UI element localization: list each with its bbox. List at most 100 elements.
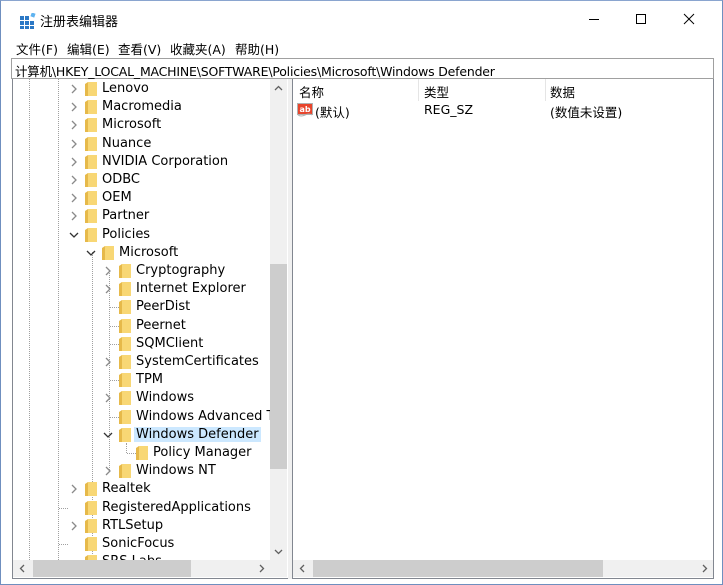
tree-item[interactable]: SRS Labs <box>13 553 270 560</box>
collapsed-chevron-icon[interactable] <box>103 356 113 368</box>
value-data: (数值未设置) <box>550 105 623 120</box>
tree-guide-line <box>110 307 119 309</box>
column-divider[interactable] <box>418 79 419 101</box>
tree-item[interactable]: ODBC <box>13 171 270 189</box>
tree-item[interactable]: SystemCertificates <box>13 353 270 371</box>
scroll-left-arrow[interactable] <box>13 560 30 577</box>
folder-icon <box>119 318 131 333</box>
tree-item-label: Lenovo <box>102 81 149 96</box>
column-header-type[interactable]: 类型 <box>424 82 449 101</box>
tree-item[interactable]: NVIDIA Corporation <box>13 153 270 171</box>
expanded-chevron-icon[interactable] <box>69 229 79 241</box>
folder-icon <box>85 537 97 551</box>
menu-favorites[interactable]: 收藏夹(A) <box>170 39 226 58</box>
tree-vertical-scrollbar[interactable] <box>270 79 287 560</box>
column-header-name[interactable]: 名称 <box>299 82 324 101</box>
collapsed-chevron-icon[interactable] <box>69 101 79 113</box>
tree-item-label: SonicFocus <box>102 536 175 551</box>
tree-item[interactable]: Windows <box>13 389 270 407</box>
collapsed-chevron-icon[interactable] <box>103 265 113 277</box>
collapsed-chevron-icon[interactable] <box>69 483 79 495</box>
expanded-chevron-icon[interactable] <box>103 429 113 441</box>
chevron-right-icon <box>259 564 264 573</box>
list-horizontal-scrollbar[interactable] <box>293 560 713 577</box>
collapsed-chevron-icon[interactable] <box>103 465 113 477</box>
key-tree: Lenovo Macromedia Microsoft Nuance NVIDIA Co… <box>13 79 270 560</box>
value-name: (默认) <box>315 105 350 120</box>
chevron-down-icon <box>274 549 283 554</box>
tree-item[interactable]: Internet Explorer <box>13 280 270 298</box>
tree-item[interactable]: Windows Defender <box>13 426 270 444</box>
column-divider[interactable] <box>545 79 546 101</box>
tree-horizontal-scroll-thumb[interactable] <box>33 560 191 577</box>
folder-icon <box>119 391 131 406</box>
collapsed-chevron-icon[interactable] <box>69 138 79 150</box>
collapsed-chevron-icon[interactable] <box>69 83 79 95</box>
close-button[interactable] <box>666 1 712 37</box>
collapsed-chevron-icon[interactable] <box>69 520 79 532</box>
tree-item-label: Macromedia <box>102 99 182 115</box>
tree-item[interactable]: Nuance <box>13 135 270 153</box>
tree-item[interactable]: Windows NT <box>13 462 270 480</box>
menu-help[interactable]: 帮助(H) <box>235 39 279 58</box>
tree-item[interactable]: PeerDist <box>13 298 270 316</box>
column-header-data[interactable]: 数据 <box>550 82 575 101</box>
tree-item[interactable]: Peernet <box>13 317 270 335</box>
tree-item[interactable]: Policy Manager <box>13 444 270 462</box>
tree-item[interactable]: Policies <box>13 226 270 244</box>
maximize-icon <box>636 14 646 24</box>
tree-item[interactable]: OEM <box>13 189 270 207</box>
expanded-chevron-icon[interactable] <box>86 247 96 259</box>
tree-item[interactable]: RegisteredApplications <box>13 499 270 517</box>
folder-icon <box>119 409 131 424</box>
collapsed-chevron-icon[interactable] <box>69 192 79 204</box>
tree-item[interactable]: Microsoft <box>13 244 270 262</box>
folder-icon <box>85 500 97 515</box>
tree-item-label: Cryptography <box>136 263 226 278</box>
menu-view[interactable]: 查看(V) <box>118 39 161 58</box>
tree-item[interactable]: SQMClient <box>13 335 270 353</box>
tree-item[interactable]: Cryptography <box>13 262 270 280</box>
title-bar[interactable]: 注册表编辑器 <box>1 1 722 37</box>
menu-file[interactable]: 文件(F) <box>16 39 58 58</box>
tree-item-label: Windows NT <box>136 463 216 479</box>
tree-item[interactable]: Windows Advanced Threat Protection <box>13 408 270 426</box>
scroll-left-arrow[interactable] <box>293 560 310 577</box>
value-row[interactable]: ab (默认) REG_SZ (数值未设置) <box>293 101 713 120</box>
registry-editor-window: 注册表编辑器 文件(F) 编辑(E) 查看(V) 收藏夹(A) 帮助(H) 计算… <box>0 0 723 585</box>
tree-item[interactable]: SonicFocus <box>13 535 270 553</box>
chevron-left-icon <box>19 564 24 573</box>
address-path[interactable]: 计算机\HKEY_LOCAL_MACHINE\SOFTWARE\Policies… <box>15 61 495 80</box>
tree-item[interactable]: Partner <box>13 207 270 225</box>
tree-vertical-scroll-thumb[interactable] <box>270 264 287 469</box>
collapsed-chevron-icon[interactable] <box>103 392 113 404</box>
tree-item-label: PeerDist <box>136 299 191 315</box>
scroll-right-arrow[interactable] <box>696 560 713 577</box>
tree-item[interactable]: Lenovo <box>13 80 270 98</box>
maximize-button[interactable] <box>618 1 664 37</box>
tree-item[interactable]: Realtek <box>13 480 270 498</box>
collapsed-chevron-icon[interactable] <box>69 156 79 168</box>
minimize-button[interactable] <box>571 1 617 37</box>
tree-item[interactable]: Microsoft <box>13 116 270 134</box>
tree-horizontal-scrollbar[interactable] <box>13 560 287 577</box>
tree-item-label: Windows Defender <box>134 426 261 442</box>
scroll-right-arrow[interactable] <box>253 560 270 577</box>
address-bar[interactable]: 计算机\HKEY_LOCAL_MACHINE\SOFTWARE\Policies… <box>11 58 714 79</box>
collapsed-chevron-icon[interactable] <box>69 119 79 131</box>
folder-icon <box>85 118 97 133</box>
scroll-up-arrow[interactable] <box>270 79 287 96</box>
tree-item[interactable]: RTLSetup <box>13 517 270 535</box>
tree-item[interactable]: TPM <box>13 371 270 389</box>
menu-bar: 文件(F) 编辑(E) 查看(V) 收藏夹(A) 帮助(H) <box>1 37 722 57</box>
folder-icon <box>119 464 131 479</box>
collapsed-chevron-icon[interactable] <box>103 283 113 295</box>
folder-icon <box>119 355 131 369</box>
list-horizontal-scroll-thumb[interactable] <box>313 560 603 577</box>
scroll-down-arrow[interactable] <box>270 543 287 560</box>
tree-item[interactable]: Macromedia <box>13 98 270 116</box>
collapsed-chevron-icon[interactable] <box>69 210 79 222</box>
collapsed-chevron-icon[interactable] <box>69 174 79 186</box>
menu-edit[interactable]: 编辑(E) <box>67 39 110 58</box>
folder-icon <box>85 154 97 169</box>
